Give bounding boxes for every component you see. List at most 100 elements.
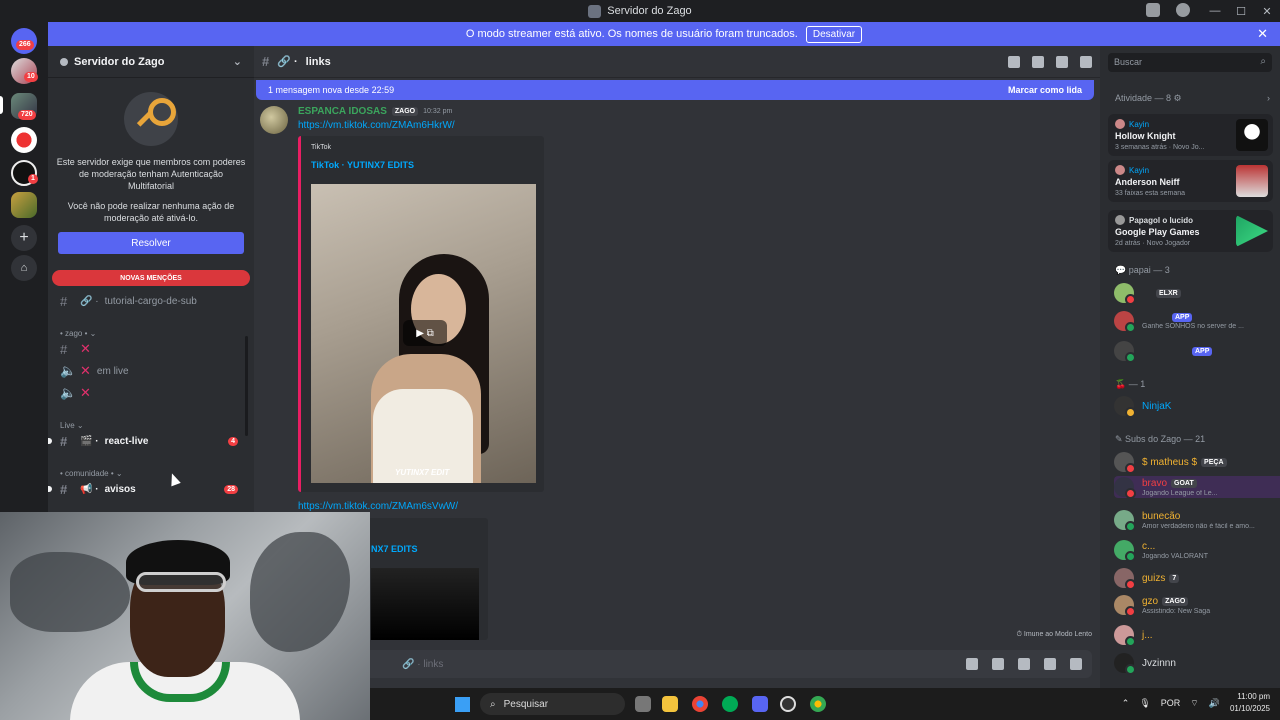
member-item[interactable]: APP bbox=[1114, 340, 1274, 363]
channel-em-live[interactable]: 🔈 ✕ em live bbox=[54, 360, 248, 382]
embed-video[interactable] bbox=[371, 568, 479, 640]
activity-card[interactable]: Kayin Anderson Neiff 33 faixas esta sema… bbox=[1108, 160, 1273, 202]
member-item[interactable]: j... bbox=[1114, 624, 1274, 647]
embed-title[interactable]: NX7 EDITS bbox=[371, 544, 418, 554]
category-zago[interactable]: • zago • ⌄ bbox=[54, 318, 248, 338]
avatar bbox=[1114, 452, 1136, 474]
activity-meta: 3 semanas atrás · Novo Jo... bbox=[1115, 144, 1205, 151]
embed-title[interactable]: TikTok · YUTINX7 EDITS bbox=[311, 160, 414, 170]
obs-icon[interactable] bbox=[780, 696, 796, 712]
close-banner-icon[interactable]: ✕ bbox=[1257, 26, 1268, 42]
member-item[interactable]: gzo ZAGO Assistindo: New Saga bbox=[1114, 594, 1274, 617]
message-author[interactable]: ESPANCA IDOSAS ZAGO 10:32 pm bbox=[298, 106, 452, 117]
sidebar-scrollbar[interactable] bbox=[245, 336, 248, 436]
chrome-icon[interactable] bbox=[810, 696, 826, 712]
member-item[interactable]: NinjaK bbox=[1114, 395, 1274, 418]
clock[interactable]: 11:00 pm 01/10/2025 bbox=[1230, 691, 1270, 715]
author-name[interactable]: ESPANCA IDOSAS bbox=[298, 106, 387, 117]
category-comunidade[interactable]: • comunidade • ⌄ bbox=[54, 458, 248, 478]
channel-name: em live bbox=[96, 365, 129, 377]
play-icon[interactable]: ▶ ⧉ bbox=[403, 320, 447, 346]
member-item[interactable]: ELXR bbox=[1114, 282, 1274, 305]
mic-icon[interactable]: 🎙 bbox=[1139, 698, 1150, 709]
chevron-down-icon[interactable]: ⌄ bbox=[233, 55, 242, 68]
avatar[interactable] bbox=[260, 106, 288, 134]
gift-icon[interactable] bbox=[966, 658, 978, 670]
mark-read-button[interactable]: Marcar como lida bbox=[1008, 85, 1082, 95]
activity-card[interactable]: Kayin Hollow Knight 3 semanas atrás · No… bbox=[1108, 114, 1273, 156]
embed-video[interactable]: ▶ ⧉ YUTINX7 EDIT bbox=[311, 184, 536, 483]
minimize-button[interactable]: — bbox=[1202, 5, 1228, 17]
channel-zago-text[interactable]: # ✕ bbox=[54, 338, 248, 360]
members-icon[interactable] bbox=[1080, 55, 1092, 68]
chrome-icon[interactable] bbox=[692, 696, 708, 712]
emoji-icon[interactable] bbox=[1044, 658, 1056, 670]
member-item[interactable]: bravo GOAT Jogando League of Le... bbox=[1114, 476, 1280, 499]
message-link[interactable]: https://vm.tiktok.com/ZMAm6sVwW/ bbox=[298, 501, 458, 512]
chevron-up-icon[interactable]: ⌃ bbox=[1122, 698, 1130, 709]
system-tray: ⌃ 🎙 POR ⌔ 🔊 11:00 pm 01/10/2025 bbox=[1122, 691, 1270, 715]
inbox-icon[interactable] bbox=[1146, 3, 1160, 17]
avatar bbox=[1114, 568, 1136, 590]
sticker-icon[interactable] bbox=[1018, 658, 1030, 670]
explorer-icon[interactable] bbox=[662, 696, 678, 712]
activity-meta: 2d atrás · Novo Jogador bbox=[1115, 240, 1191, 247]
channel-avisos[interactable]: # 📢 · avisos 28 bbox=[48, 478, 248, 500]
avatar bbox=[1114, 595, 1136, 617]
mention-count: 4 bbox=[228, 436, 238, 446]
new-messages-bar[interactable]: 1 mensagem nova desde 22:59 Marcar como … bbox=[256, 80, 1094, 100]
activity-user: Papagol o lucido bbox=[1115, 215, 1193, 225]
explore-icon[interactable]: ⌂ bbox=[11, 255, 37, 281]
activity-user: Kayin bbox=[1115, 119, 1149, 129]
search-input[interactable]: Buscar ⌕ bbox=[1108, 53, 1272, 72]
category-live[interactable]: Live ⌄ bbox=[54, 410, 248, 430]
disable-streamer-button[interactable]: Desativar bbox=[805, 25, 863, 43]
message-composer[interactable]: 🔗 · links bbox=[262, 650, 1092, 678]
message-link[interactable]: https://vm.tiktok.com/ZMAm6HkrW/ bbox=[298, 120, 455, 131]
gear-icon[interactable]: ⚙ bbox=[1174, 93, 1182, 103]
member-item[interactable]: APP Ganhe SONHOS no server de ... bbox=[1114, 310, 1274, 333]
language-indicator[interactable]: POR bbox=[1161, 698, 1181, 708]
resolve-button[interactable]: Resolver bbox=[58, 232, 244, 254]
x-icon: ✕ bbox=[80, 385, 91, 400]
selected-server-pill bbox=[0, 96, 3, 114]
member-item[interactable]: guizs 7 bbox=[1114, 567, 1274, 590]
avatar bbox=[1114, 540, 1136, 562]
pin-icon[interactable] bbox=[1056, 55, 1068, 68]
channel-tutorial[interactable]: # 🔗 · tutorial-cargo-de-sub bbox=[54, 290, 248, 312]
server-header[interactable]: Servidor do Zago ⌄ bbox=[48, 46, 254, 78]
member-status: Ganhe SONHOS no server de ... bbox=[1142, 322, 1244, 330]
activity-title: Hollow Knight bbox=[1115, 131, 1176, 141]
member-item[interactable]: $ matheus $ PEÇA bbox=[1114, 451, 1274, 474]
server-icon-cherry[interactable] bbox=[11, 127, 37, 153]
discord-icon[interactable] bbox=[752, 696, 768, 712]
taskbar-search[interactable]: ⌕ Pesquisar bbox=[480, 693, 625, 715]
add-server-icon[interactable]: + bbox=[11, 225, 37, 251]
chevron-right-icon[interactable]: › bbox=[1267, 93, 1270, 103]
windows-start-icon[interactable] bbox=[455, 697, 470, 712]
activity-card[interactable]: Papagol o lucido Google Play Games 2d at… bbox=[1108, 210, 1273, 252]
member-item[interactable]: c... Jogando VALORANT bbox=[1114, 539, 1274, 562]
avatar bbox=[1114, 283, 1136, 305]
app-icon[interactable] bbox=[722, 696, 738, 712]
activity-header[interactable]: Atividade — 8 ⚙ › bbox=[1115, 93, 1270, 104]
app-tag: APP bbox=[1172, 312, 1193, 322]
close-button[interactable]: ✕ bbox=[1254, 5, 1280, 18]
goggles bbox=[136, 572, 226, 592]
taskview-icon[interactable] bbox=[635, 696, 651, 712]
help-icon[interactable] bbox=[1176, 3, 1190, 17]
wifi-icon[interactable]: ⌔ bbox=[1190, 698, 1198, 709]
channel-react-live[interactable]: # 🎬 · react-live 4 bbox=[48, 430, 248, 452]
member-item[interactable]: Jvzinnn bbox=[1114, 652, 1274, 675]
member-item[interactable]: bunecão Amor verdadeiro não é fácil e am… bbox=[1114, 509, 1274, 532]
volume-icon[interactable]: 🔊 bbox=[1209, 698, 1220, 709]
bell-icon[interactable] bbox=[1032, 55, 1044, 68]
maximize-button[interactable]: ☐ bbox=[1228, 5, 1254, 18]
new-mentions-pill[interactable]: NOVAS MENÇÕES bbox=[52, 270, 250, 286]
channel-zago-voice[interactable]: 🔈 ✕ bbox=[54, 382, 248, 404]
video-watermark: YUTINX7 EDIT bbox=[395, 468, 450, 477]
gif-icon[interactable] bbox=[992, 658, 1004, 670]
threads-icon[interactable] bbox=[1008, 55, 1020, 68]
apps-icon[interactable] bbox=[1070, 658, 1082, 670]
server-icon-5[interactable] bbox=[11, 192, 37, 218]
